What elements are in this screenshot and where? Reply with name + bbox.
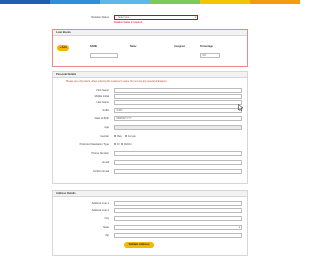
loan-book-name-input[interactable]	[90, 53, 118, 58]
col-header-1: NAME	[90, 45, 98, 48]
accent-segment	[200, 0, 250, 4]
zip-label: Zip	[105, 234, 109, 237]
confirm-email-input[interactable]	[114, 169, 242, 174]
chevron-down-icon: ▾	[194, 16, 196, 20]
top-accent-bar	[0, 0, 300, 4]
accent-segment	[0, 0, 50, 4]
city-input[interactable]	[114, 216, 242, 221]
relation-status-value: - Select one -	[116, 16, 131, 19]
state-select[interactable]: ▾	[114, 225, 242, 230]
relation-status-select[interactable]: - Select one - ▾	[114, 15, 198, 20]
gender-option-female[interactable]: Female	[125, 135, 136, 138]
email-input[interactable]	[114, 160, 242, 165]
salutation-ms-label: Ms/Mrs	[123, 143, 132, 146]
last-name-input[interactable]	[114, 100, 242, 105]
email-label: Email	[102, 161, 110, 164]
loan-books-title: Loan Books	[53, 30, 247, 36]
col-header-4: Percentage	[200, 45, 213, 48]
salutation-option-mr[interactable]: Mr	[114, 143, 120, 146]
suffix-value: Suffix	[116, 109, 123, 112]
date-of-birth-input[interactable]: MM/DD/YYYY	[114, 116, 242, 121]
first-name-label: First Name	[96, 89, 109, 92]
loan-book-percentage-value: 0%	[202, 54, 206, 57]
col-header-3: Assigned	[174, 45, 185, 48]
salutation-label: Preferred Salutation Type	[79, 143, 109, 146]
address-line2-label: Address Line 2	[91, 209, 109, 212]
middle-initial-label: Middle Initial	[94, 95, 109, 98]
gender-option-male[interactable]: Male	[114, 135, 122, 138]
suffix-label: Suffix	[102, 109, 109, 112]
loan-book-percentage-input[interactable]: 0%	[200, 53, 220, 58]
address-details-title: Address Details	[53, 191, 247, 197]
gender-female-label: Female	[127, 135, 136, 138]
personal-details-title: Personal Details	[53, 72, 247, 78]
gender-male-label: Male	[116, 135, 122, 138]
accent-segment	[150, 0, 200, 4]
suffix-select[interactable]: Suffix ▾	[114, 108, 242, 113]
accent-segment	[100, 0, 150, 4]
state-label: State	[102, 226, 109, 229]
age-input	[114, 125, 242, 130]
date-of-birth-label: Date of Birth	[94, 117, 109, 120]
confirm-email-label: Confirm Email	[92, 170, 109, 173]
first-name-input[interactable]	[114, 88, 242, 93]
address-line1-input[interactable]	[114, 201, 242, 206]
validate-address-button[interactable]: Validate Address	[124, 242, 154, 248]
relation-status-error: Relation Status is required.	[114, 21, 143, 24]
phone-label: Phone Number	[91, 152, 109, 155]
salutation-option-ms[interactable]: Ms/Mrs	[121, 143, 132, 146]
add-loan-book-button[interactable]: + Add	[57, 45, 69, 51]
col-header-2: Name	[130, 45, 137, 48]
form-page: Relation Status - Select one - ▾ Relatio…	[52, 6, 248, 263]
chevron-down-icon: ▾	[238, 226, 240, 230]
city-label: City	[104, 217, 109, 220]
name-format-notice: Please use only letters, when entering t…	[66, 80, 168, 83]
salutation-mr-label: Mr	[116, 143, 120, 146]
gender-label: Gender	[100, 135, 109, 138]
mouse-cursor-icon	[238, 104, 243, 111]
age-label: Age	[104, 126, 109, 129]
zip-input[interactable]	[114, 233, 242, 238]
loan-books-section: Loan Books	[52, 29, 248, 67]
accent-segment	[50, 0, 100, 4]
phone-input[interactable]	[114, 151, 242, 156]
address-line1-label: Address Line 1	[91, 202, 109, 205]
accent-segment	[250, 0, 300, 4]
last-name-label: Last Name	[96, 101, 109, 104]
address-line2-input[interactable]	[114, 208, 242, 213]
date-of-birth-placeholder: MM/DD/YYYY	[116, 117, 132, 120]
middle-initial-input[interactable]	[114, 94, 242, 99]
relation-status-label: Relation Status	[91, 16, 109, 19]
